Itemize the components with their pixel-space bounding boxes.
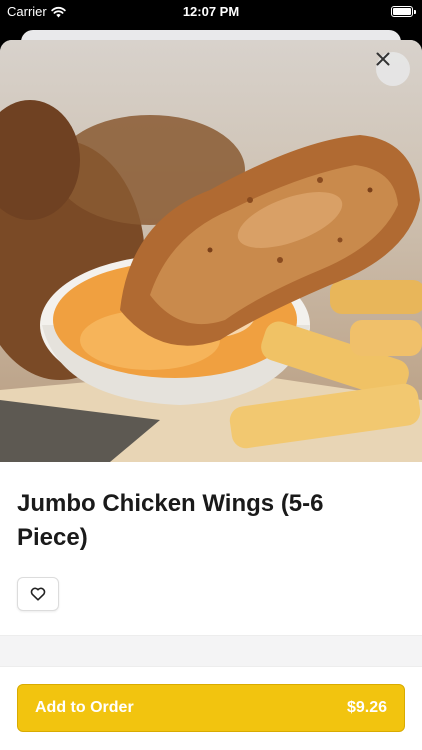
item-title: Jumbo Chicken Wings (5-6 Piece) bbox=[17, 490, 324, 551]
clock: 12:07 PM bbox=[182, 4, 240, 19]
close-icon bbox=[376, 52, 390, 66]
favorite-button[interactable] bbox=[17, 577, 59, 611]
section-divider bbox=[0, 635, 422, 667]
add-to-order-label: Add to Order bbox=[35, 699, 134, 716]
order-footer: Add to Order $9.26 bbox=[0, 667, 422, 750]
item-detail-sheet: Jumbo Chicken Wings (5-6 Piece) Add to O… bbox=[0, 40, 422, 750]
item-photo bbox=[0, 40, 422, 462]
close-button[interactable] bbox=[376, 52, 410, 86]
heart-icon bbox=[30, 587, 46, 601]
battery-icon bbox=[391, 6, 416, 17]
status-bar: Carrier 12:07 PM bbox=[0, 0, 422, 24]
food-photo-illustration bbox=[0, 100, 422, 462]
order-price: $9.26 bbox=[346, 699, 387, 716]
add-to-order-button[interactable]: Add to Order $9.26 bbox=[17, 684, 405, 732]
